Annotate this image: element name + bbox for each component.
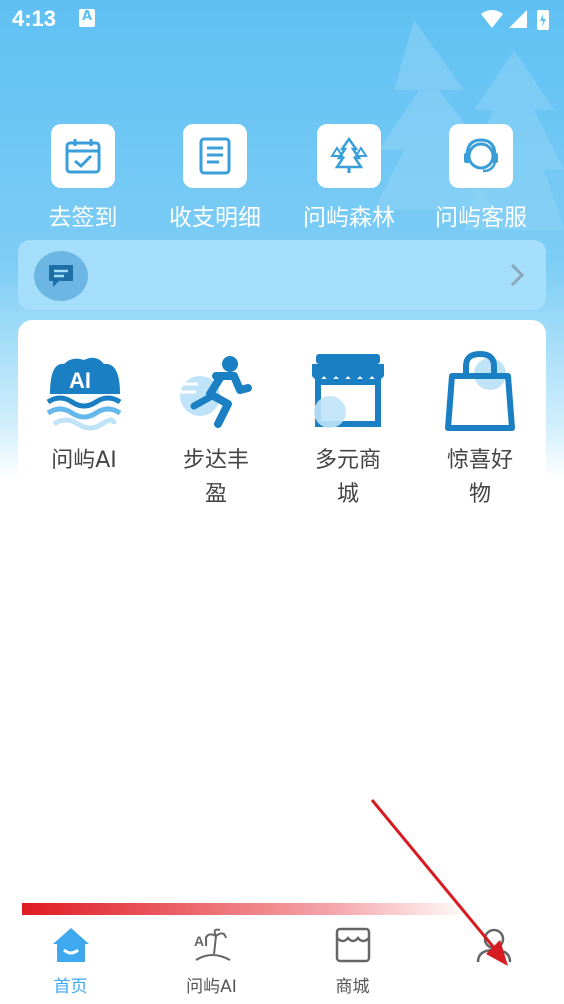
quick-action-forest[interactable]: 问屿森林 bbox=[283, 124, 415, 234]
svg-text:AI: AI bbox=[194, 933, 208, 949]
svg-text:AI: AI bbox=[69, 368, 91, 393]
service-ai[interactable]: AI 问屿AI bbox=[18, 350, 150, 478]
service-label: 步达丰盈 bbox=[182, 448, 249, 507]
forest-icon bbox=[330, 136, 368, 173]
nav-ai[interactable]: AI 问屿AI bbox=[141, 926, 282, 997]
quick-action-income-details[interactable]: 收支明细 bbox=[149, 124, 281, 234]
quick-action-customer-service[interactable]: 问屿客服 bbox=[415, 124, 547, 234]
nav-home[interactable]: 首页 bbox=[0, 926, 141, 997]
nav-label: 问屿AI bbox=[186, 977, 237, 997]
nav-shop[interactable]: 商城 bbox=[282, 926, 423, 997]
ai-island-icon: AI bbox=[194, 928, 230, 961]
service-mall[interactable]: 多元商城 bbox=[282, 350, 414, 512]
home-icon bbox=[52, 928, 89, 962]
service-label: 问屿AI bbox=[51, 448, 117, 473]
ai-wave-icon: AI bbox=[46, 357, 122, 431]
shopping-bag-icon bbox=[445, 350, 515, 431]
status-bar: 4:13 A bbox=[0, 0, 564, 40]
nav-profile[interactable] bbox=[423, 926, 564, 972]
quick-action-label: 收支明细 bbox=[169, 205, 261, 231]
quick-actions: 去签到 收支明细 问屿森林 问屿客服 bbox=[0, 124, 564, 234]
service-goods[interactable]: 惊喜好物 bbox=[414, 350, 546, 512]
signal-icon bbox=[509, 10, 527, 28]
quick-action-label: 去签到 bbox=[48, 205, 118, 231]
nav-label: 首页 bbox=[53, 977, 88, 997]
nav-label: 商城 bbox=[335, 977, 370, 997]
running-man-icon bbox=[180, 356, 252, 428]
wifi-icon bbox=[481, 10, 503, 28]
service-label: 多元商城 bbox=[314, 448, 381, 507]
quick-action-label: 问屿森林 bbox=[303, 205, 395, 231]
message-icon bbox=[34, 251, 88, 301]
bottom-nav: 首页 AI 问屿AI 商城 bbox=[0, 920, 564, 1004]
shop-icon bbox=[335, 927, 370, 963]
quick-action-sign-in[interactable]: 去签到 bbox=[17, 124, 149, 234]
document-list-icon bbox=[199, 137, 231, 175]
status-icons bbox=[481, 10, 549, 30]
annotation-bar bbox=[22, 903, 472, 915]
notification-badge-icon: A bbox=[79, 9, 95, 27]
calendar-check-icon bbox=[65, 139, 101, 174]
service-label: 惊喜好物 bbox=[446, 448, 513, 507]
status-time: 4:13 bbox=[12, 6, 57, 31]
service-step[interactable]: 步达丰盈 bbox=[150, 350, 282, 512]
customer-service-icon bbox=[464, 138, 498, 173]
service-grid: AI 问屿AI 步达丰盈 多元商城 惊喜好物 bbox=[18, 320, 546, 580]
profile-icon bbox=[476, 928, 511, 963]
message-bar[interactable] bbox=[18, 240, 546, 310]
quick-action-label: 问屿客服 bbox=[435, 205, 527, 231]
store-icon bbox=[312, 354, 384, 428]
chevron-right-icon bbox=[510, 263, 524, 287]
